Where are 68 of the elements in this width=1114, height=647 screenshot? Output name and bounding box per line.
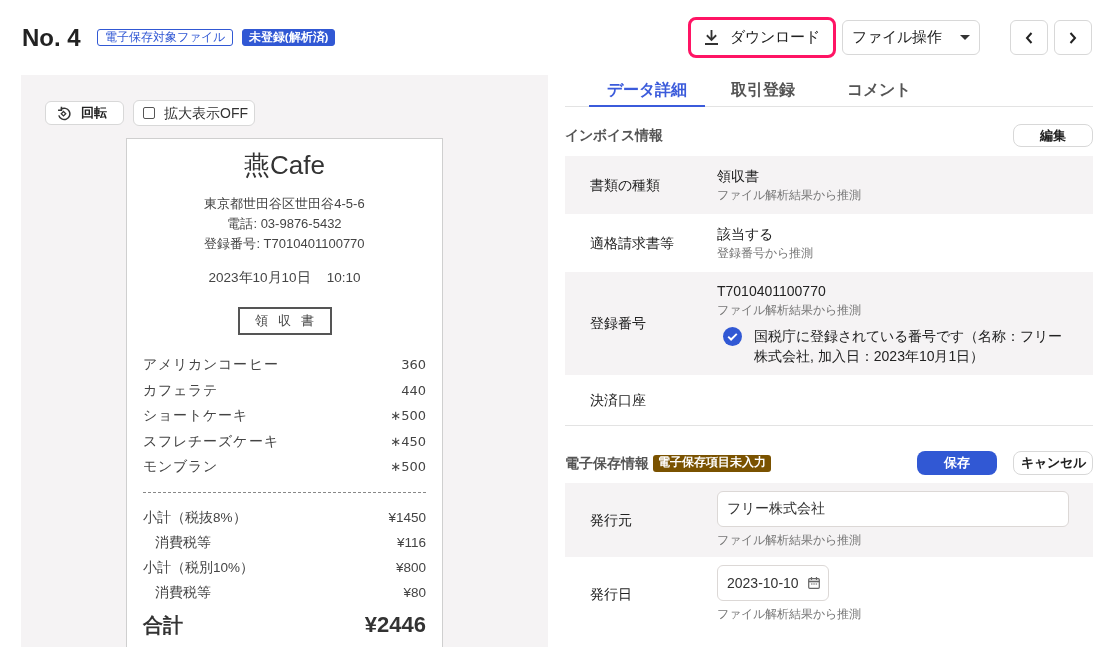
receipt-item-amount: ∗450 <box>390 432 426 451</box>
receipt-item-name: モンブラン <box>143 458 219 476</box>
status-badge: 電子保存項目未入力 <box>653 454 771 472</box>
field-label: 発行日 <box>589 584 633 604</box>
receipt-item-name: スフレチーズケーキ <box>143 432 279 451</box>
receipt-summary-amount: ¥1450 <box>388 508 426 527</box>
download-button[interactable]: ダウンロード <box>688 17 836 58</box>
receipt-address-line: 東京都世田谷区世田谷4-5-6 <box>204 195 365 213</box>
status-badge: 未登録(解析済) <box>241 29 336 46</box>
field-label: 発行元 <box>589 510 633 530</box>
next-button[interactable] <box>1054 20 1092 55</box>
receipt-time: 10:10 <box>326 269 361 287</box>
field-label: 書類の種類 <box>589 175 661 195</box>
receipt-item-name: アメリカンコーヒー <box>143 356 279 374</box>
rotate-button[interactable]: 回転 <box>45 101 124 125</box>
receipt-document-title: 領収書 <box>237 307 332 335</box>
receipt-summary-label: 消費税等 <box>154 583 211 602</box>
receipt-item-name: カフェラテ <box>143 381 219 400</box>
receipt-item-amount: ∗500 <box>390 458 426 476</box>
edit-button[interactable]: 編集 <box>1013 124 1093 147</box>
field-hint: ファイル解析結果から推測 <box>717 532 862 549</box>
tab[interactable]: データ詳細 <box>589 75 705 107</box>
receipt-item-amount: ∗500 <box>390 407 426 425</box>
section-title: 電子保存情報 <box>565 453 649 473</box>
verification-message: 国税庁に登録されている番号です（名称：フリー株式会社, 加入日：2023年10月1日） <box>754 327 1063 366</box>
field-value: 該当する <box>717 225 774 244</box>
field-hint: ファイル解析結果から推測 <box>717 606 861 623</box>
receipt-total-label: 合計 <box>143 612 183 638</box>
tab[interactable]: 取引登録 <box>705 75 821 107</box>
status-badge: 電子保存対象ファイル <box>96 29 233 46</box>
receipt-summary-label: 消費税等 <box>154 533 211 552</box>
zoom-toggle-button[interactable]: 拡大表示OFF <box>133 100 255 126</box>
field-label: 登録番号 <box>589 314 647 333</box>
receipt-shop-name: 燕Cafe <box>244 150 325 180</box>
tab[interactable]: コメント <box>821 75 937 107</box>
chevron-left-icon <box>1025 31 1033 44</box>
text-field[interactable]: フリー株式会社 <box>717 491 1069 527</box>
page-title: No. 4 <box>22 25 81 50</box>
field-hint: ファイル解析結果から推測 <box>717 187 861 204</box>
section-title: インボイス情報 <box>565 126 663 145</box>
previous-button[interactable] <box>1010 20 1048 55</box>
receipt-total-amount: ¥2446 <box>364 610 426 639</box>
receipt-summary-label: 小計（税別10%） <box>143 558 255 577</box>
date-field[interactable]: 2023-10-10 <box>717 565 829 601</box>
receipt-summary-amount: ¥80 <box>403 583 426 602</box>
field-hint: 登録番号から推測 <box>717 245 813 262</box>
save-button[interactable]: 保存 <box>917 451 997 475</box>
rotate-icon <box>56 105 71 121</box>
field-value: 領収書 <box>717 167 760 186</box>
receipt-address-line: 登録番号: T7010401100770 <box>204 235 365 253</box>
caret-down-icon <box>960 35 970 40</box>
download-icon <box>704 30 718 45</box>
receipt-summary-amount: ¥116 <box>396 533 426 552</box>
receipt-item-name: ショートケーキ <box>143 407 249 425</box>
file-menu-button[interactable]: ファイル操作 <box>842 20 980 55</box>
receipt-address-line: 電話: 03-9876-5432 <box>227 215 342 233</box>
receipt-item-amount: 440 <box>401 381 426 400</box>
chevron-right-icon <box>1069 31 1077 44</box>
receipt-item-amount: 360 <box>401 356 426 374</box>
receipt-summary-amount: ¥800 <box>395 558 426 577</box>
field-value: T7010401100770 <box>717 282 827 301</box>
field-label: 適格請求書等 <box>589 233 675 253</box>
field-label: 決済口座 <box>589 390 647 410</box>
field-hint: ファイル解析結果から推測 <box>717 302 862 319</box>
calendar-icon <box>808 577 820 589</box>
cancel-button[interactable]: キャンセル <box>1013 451 1093 475</box>
receipt-date: 2023年10月10日 <box>208 269 311 287</box>
receipt-summary-label: 小計（税抜8%） <box>143 508 247 527</box>
